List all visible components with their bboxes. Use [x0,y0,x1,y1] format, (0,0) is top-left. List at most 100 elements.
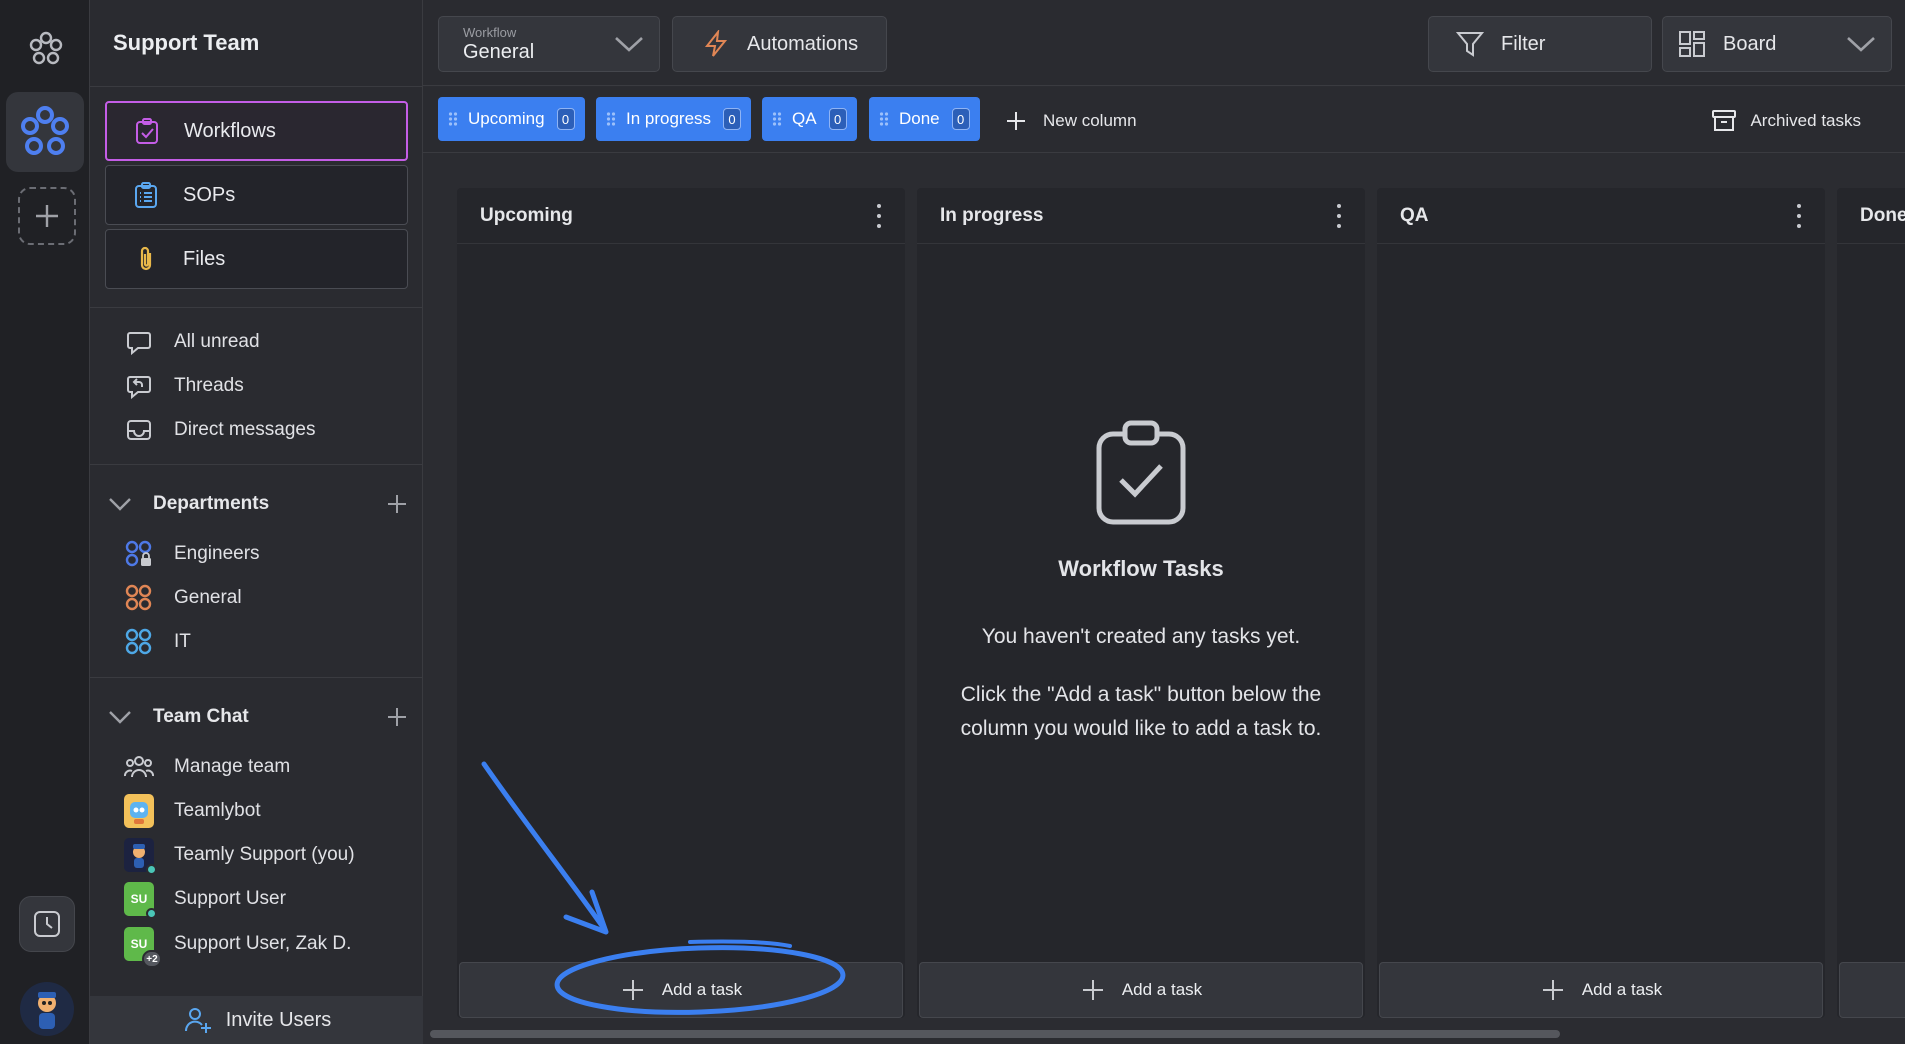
invite-label: Invite Users [225,1008,332,1031]
invite-users-button[interactable]: Invite Users [90,996,423,1044]
workflow-select[interactable]: Workflow General [438,16,660,72]
add-task-label: Add a task [1121,980,1203,999]
departments-section-header[interactable]: Departments [105,484,410,524]
new-column-button[interactable]: New column [1003,107,1137,135]
sidebar-item-threads[interactable]: Threads [124,366,244,406]
column-upcoming: Upcoming Add a task [457,188,905,1018]
plus-icon [1003,108,1029,134]
drag-handle-icon[interactable] [772,110,784,128]
online-indicator [146,908,157,919]
group-lock-icon [124,539,154,569]
more-options-icon[interactable] [875,204,883,228]
chip-label: QA [792,109,817,128]
chip-count: 0 [723,108,742,130]
column-chip-in-progress[interactable]: In progress 0 [596,97,752,141]
drag-handle-icon[interactable] [448,110,460,128]
nav-label: Threads [174,375,244,396]
bot-avatar [124,794,154,828]
column-title: Done [1860,204,1905,226]
add-task-button[interactable]: Add a task [1379,962,1823,1018]
add-task-button[interactable]: Add a task [919,962,1363,1018]
avatar-initials: SU [130,892,148,906]
workspace-rail [0,0,90,1044]
column-title: QA [1400,204,1429,226]
sidebar-item-sops[interactable]: SOPs [105,165,408,225]
sidebar-item-teamlybot[interactable]: Teamlybot [124,791,261,831]
archived-tasks-button[interactable]: Archived tasks [1710,107,1861,135]
chat-label: Support User [174,888,286,909]
online-indicator [146,864,157,875]
clipboard-check-icon [1091,418,1191,528]
sidebar-item-group-chat[interactable]: SU +2 Support User, Zak D. [124,924,352,968]
more-options-icon[interactable] [1335,204,1343,228]
chip-count: 0 [828,108,847,130]
sidebar-item-it[interactable]: IT [124,622,191,662]
divider [90,677,423,678]
user-avatar[interactable] [20,982,74,1036]
column-title: Upcoming [480,204,573,226]
add-task-button[interactable]: Add a task [459,962,903,1018]
empty-state-text: You haven't created any tasks yet. [981,625,1301,648]
automations-button[interactable]: Automations [672,16,887,72]
view-select-board[interactable]: Board [1662,16,1892,72]
support-avatar [124,838,157,875]
nav-label: Direct messages [174,419,316,440]
top-toolbar: Workflow General Automations Filter Boar… [423,0,1905,86]
empty-state: Workflow Tasks You haven't created any t… [917,418,1365,746]
sidebar-item-workflows[interactable]: Workflows [105,101,408,161]
horizontal-scrollbar[interactable] [430,1030,1560,1038]
divider [90,464,423,465]
sidebar-item-manage-team[interactable]: Manage team [124,747,290,787]
sidebar-item-direct-messages[interactable]: Direct messages [124,410,316,450]
column-chip-qa[interactable]: QA 0 [762,97,857,141]
filter-icon [1455,29,1485,59]
sidebar-item-files[interactable]: Files [105,229,408,289]
clock-icon[interactable] [19,896,75,952]
divider [90,86,423,87]
drag-handle-icon[interactable] [879,110,891,128]
workspace-switcher-button[interactable] [6,92,84,172]
column-in-progress: In progress Workflow Tasks You haven't c… [917,188,1365,1018]
archived-label: Archived tasks [1750,111,1861,130]
filter-button[interactable]: Filter [1428,16,1652,72]
chat-label: Support User, Zak D. [174,933,352,954]
empty-state-hint: Click the "Add a task" button below the … [960,683,1322,740]
sidebar-item-engineers[interactable]: Engineers [124,534,260,574]
group-icon [124,583,154,613]
sidebar-item-teamly-support[interactable]: Teamly Support (you) [124,835,355,875]
department-label: Engineers [174,543,260,564]
archive-icon [1710,107,1738,135]
sidebar-item-support-user[interactable]: SU Support User [124,879,286,919]
plus-icon [1540,977,1566,1003]
column-header: Upcoming [457,188,905,244]
add-chat-icon[interactable] [384,704,410,730]
more-options-icon[interactable] [1795,204,1803,228]
team-chat-section-header[interactable]: Team Chat [105,697,410,737]
column-chip-done[interactable]: Done 0 [869,97,980,141]
add-task-label: Add a task [661,980,743,999]
team-name[interactable]: Support Team [113,30,259,56]
add-workspace-button[interactable] [18,187,76,245]
chip-count: 0 [556,108,575,130]
sidebar-item-general[interactable]: General [124,578,242,618]
avatar [124,794,154,828]
chevron-down-icon [1845,29,1877,65]
chip-label: Upcoming [468,109,545,128]
column-header: Done [1837,188,1905,244]
paperclip-icon [131,244,161,274]
column-chip-upcoming[interactable]: Upcoming 0 [438,97,585,141]
chat-bubble-icon [124,327,154,357]
filter-label: Filter [1501,32,1546,55]
chat-label: Teamly Support (you) [174,844,355,865]
group-icon [124,627,154,657]
add-task-button[interactable] [1839,962,1905,1018]
chip-label: In progress [626,109,712,128]
chevron-down-icon[interactable] [105,702,135,732]
chevron-down-icon[interactable] [105,489,135,519]
divider [90,307,423,308]
plus-icon [1080,977,1106,1003]
drag-handle-icon[interactable] [606,110,618,128]
sidebar-item-all-unread[interactable]: All unread [124,322,260,362]
column-chip-bar: Upcoming 0 In progress 0 QA 0 Done 0 New… [423,87,1905,153]
add-department-icon[interactable] [384,491,410,517]
